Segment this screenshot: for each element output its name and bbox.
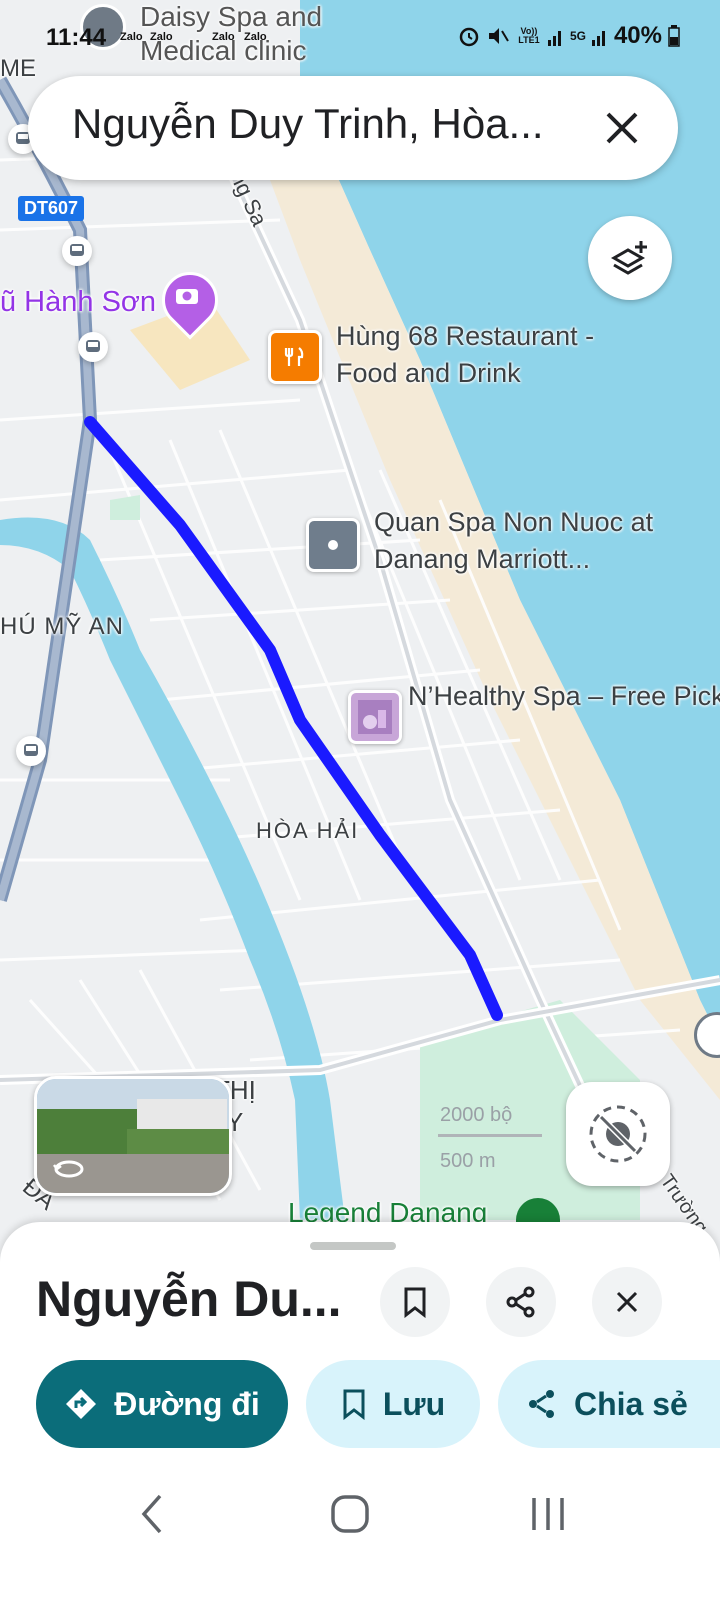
save-label: Lưu [382,1385,446,1422]
recent-apps-icon[interactable] [528,1494,568,1534]
bus-stop-icon[interactable] [16,736,46,766]
zalo-notification-icon: Zalo [120,31,143,43]
close-sheet-button[interactable] [592,1267,662,1337]
network-type: 5G [569,28,586,43]
poi-label-hung-68[interactable]: Hùng 68 Restaurant - Food and Drink [336,318,636,392]
road-shield-dt607: DT607 [18,196,85,221]
bus-stop-icon[interactable] [78,332,108,362]
signal-icon [591,31,605,46]
battery-icon [668,25,680,47]
status-time: 11:44 [46,24,107,51]
bus-stop-icon[interactable] [62,236,92,266]
directions-button[interactable]: Đường đi [36,1360,288,1448]
search-query[interactable]: Nguyễn Duy Trinh, Hòa... [72,100,572,148]
area-label-phu-my-an: HÚ MỸ AN [0,613,125,640]
scale-feet: 2000 bộ [440,1104,513,1126]
share-icon [506,1286,535,1318]
close-icon [606,112,638,144]
clear-search-button[interactable] [596,102,648,154]
sheet-handle[interactable] [310,1242,396,1250]
restaurant-icon[interactable] [268,330,322,384]
camera-icon [176,289,198,304]
layers-button[interactable] [588,216,672,300]
save-icon-button[interactable] [380,1267,450,1337]
bookmark-icon [343,1389,365,1420]
rotate-360-icon [53,1160,84,1178]
bookmark-icon [404,1287,426,1318]
save-button[interactable]: Lưu [306,1360,480,1448]
directions-icon [66,1389,97,1419]
zalo-notification-icon: Zalo [212,31,235,43]
spa-photo-icon[interactable] [348,690,402,744]
location-off-icon [589,1105,647,1163]
zalo-notification-icon: Zalo [244,31,267,43]
directions-label: Đường đi [114,1385,260,1422]
share-icon [529,1390,554,1418]
share-icon-button[interactable] [486,1267,556,1337]
place-title: Nguyễn Du... [36,1271,342,1327]
battery-percent: 40% [613,22,662,49]
scale-meters: 500 m [440,1150,496,1172]
close-icon [616,1291,638,1313]
alarm-icon [459,27,479,47]
mute-icon [488,28,509,44]
search-bar[interactable]: Nguyễn Duy Trinh, Hòa... [28,76,678,180]
back-icon[interactable] [138,1492,168,1536]
share-button[interactable]: Chia sẻ [498,1360,720,1448]
layers-icon [610,241,647,275]
poi-label-nhealthy-spa[interactable]: N’Healthy Spa – Free Pickup,엔헬시 스파 – 무 [408,678,720,715]
system-nav-bar [0,1460,720,1600]
zalo-notification-icon: Zalo [150,31,173,43]
share-label: Chia sẻ [574,1385,688,1422]
home-icon[interactable] [330,1494,370,1534]
signal-icon [547,31,561,46]
my-location-button[interactable] [566,1082,670,1186]
status-indicators: Vo)) LTE1 5G 40% [458,22,680,50]
street-view-thumbnail[interactable] [34,1076,232,1196]
scale-bar [438,1134,542,1137]
volte-indicator: Vo)) LTE1 [518,26,540,45]
poi-label-quan-spa[interactable]: Quan Spa Non Nuoc at Danang Marriott... [374,504,674,578]
status-bar: 11:44 Zalo Zalo Zalo Zalo Vo)) LTE1 5G 4… [0,0,720,80]
area-label-hoa-hai: HÒA HẢI [256,818,360,843]
place-icon[interactable] [306,518,360,572]
poi-label-ngu-hanh-son[interactable]: ũ Hành Sơn [0,284,156,321]
